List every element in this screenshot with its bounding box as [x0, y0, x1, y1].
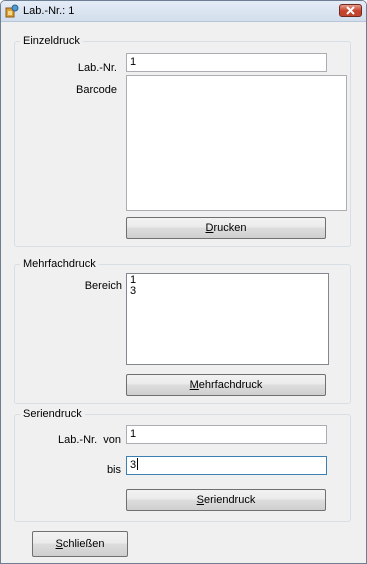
title-bar[interactable]: Lab.-Nr.: 1: [1, 1, 366, 22]
barcode-label: Barcode: [76, 84, 117, 96]
bis-label: bis: [106, 464, 121, 476]
labnr-label: Lab.-Nr.: [77, 62, 117, 74]
labnr-von-label: Lab.-Nr. von: [58, 434, 121, 446]
mehrfachdruck-button[interactable]: Mehrfachdruck: [126, 374, 326, 396]
close-icon: [346, 6, 355, 15]
list-item[interactable]: 1: [130, 275, 325, 286]
labnr-input[interactable]: 1: [126, 53, 327, 72]
drucken-button[interactable]: Drucken: [126, 217, 326, 239]
bis-input[interactable]: 3: [126, 456, 327, 475]
list-item[interactable]: 3: [130, 286, 325, 297]
seriendruck-button[interactable]: Seriendruck: [126, 489, 326, 511]
dialog-window: Lab.-Nr.: 1 Einzeldruck Lab.-Nr. 1 Barco…: [0, 0, 367, 564]
close-window-button[interactable]: [339, 4, 362, 17]
bereich-listbox[interactable]: 1 3: [126, 273, 329, 365]
schliessen-button[interactable]: Schließen: [32, 531, 128, 557]
bereich-label: Bereich: [84, 280, 122, 292]
seriendruck-title: Seriendruck: [20, 407, 85, 421]
mehrfachdruck-title: Mehrfachdruck: [20, 257, 99, 271]
labnr-von-input[interactable]: 1: [126, 425, 327, 444]
app-icon: [5, 4, 19, 18]
text-cursor: [137, 458, 139, 470]
einzeldruck-title: Einzeldruck: [20, 34, 83, 48]
window-title: Lab.-Nr.: 1: [23, 5, 75, 17]
barcode-image-area: [126, 75, 347, 211]
